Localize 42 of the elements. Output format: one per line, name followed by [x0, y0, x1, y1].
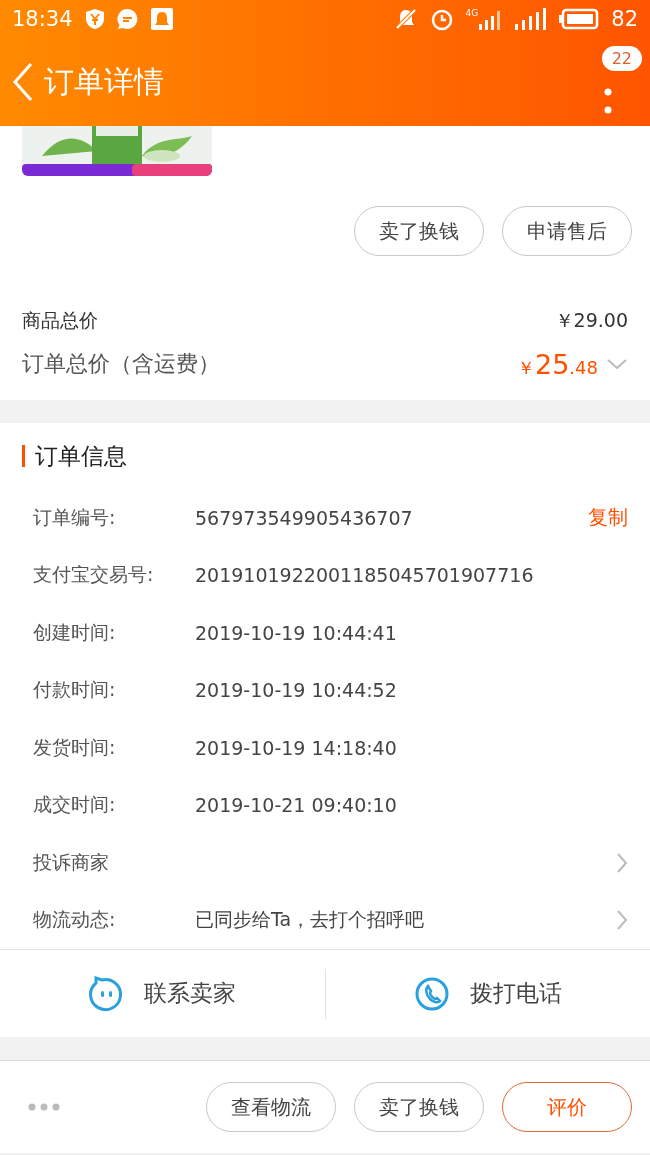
action-button[interactable]: 申请售后	[502, 206, 632, 256]
action-button[interactable]: 卖了换钱	[354, 1082, 484, 1132]
page-title: 订单详情	[44, 62, 164, 101]
chevron-down-icon[interactable]	[606, 358, 628, 370]
info-label: 付款时间:	[33, 677, 117, 703]
total-label: 订单总价（含运费）	[22, 350, 220, 378]
info-value: 2019101922001185045701907716	[195, 564, 534, 587]
info-value: 567973549905436707	[195, 506, 413, 529]
back-icon[interactable]	[12, 62, 34, 102]
info-value: 2019-10-19 10:44:52	[195, 679, 397, 702]
total-value: ￥29.00	[554, 308, 628, 333]
info-label: 订单编号:	[33, 504, 117, 530]
info-label: 支付宝交易号:	[33, 562, 155, 588]
action-button[interactable]: 卖了换钱	[354, 206, 484, 256]
signal-icon	[515, 8, 548, 30]
info-value: 2019-10-19 14:18:40	[195, 736, 397, 759]
battery-percent: 82	[611, 7, 638, 31]
battery-icon	[559, 8, 600, 30]
shield-icon	[84, 8, 105, 30]
info-label: 创建时间:	[33, 619, 117, 645]
section-title: 订单信息	[35, 441, 127, 471]
muted-bell-icon	[393, 7, 418, 31]
info-value: 已同步给Ta，去打个招呼吧	[195, 908, 425, 931]
chat-icon	[116, 8, 139, 30]
message-count-badge: 22	[601, 46, 642, 71]
action-button[interactable]: 查看物流	[206, 1082, 336, 1132]
info-value: 2019-10-21 09:40:10	[195, 794, 397, 817]
total-label: 商品总价	[22, 308, 98, 333]
smiley-chat-icon	[88, 975, 125, 1012]
network-type: 4G	[465, 8, 479, 18]
more-icon[interactable]	[28, 1103, 60, 1111]
clock-time: 18:34	[12, 7, 73, 31]
phone-icon	[413, 975, 450, 1012]
info-value: 2019-10-19 10:44:41	[195, 621, 397, 644]
info-label: 成交时间:	[33, 792, 117, 818]
info-label: 物流动态:	[33, 907, 117, 933]
info-label: 投诉商家	[33, 849, 110, 875]
alarm-icon	[429, 7, 454, 31]
info-label: 发货时间:	[33, 734, 117, 760]
more-menu-icon[interactable]	[604, 88, 612, 116]
order-total-price: ￥25.48	[517, 348, 598, 380]
bell-icon	[150, 8, 173, 30]
